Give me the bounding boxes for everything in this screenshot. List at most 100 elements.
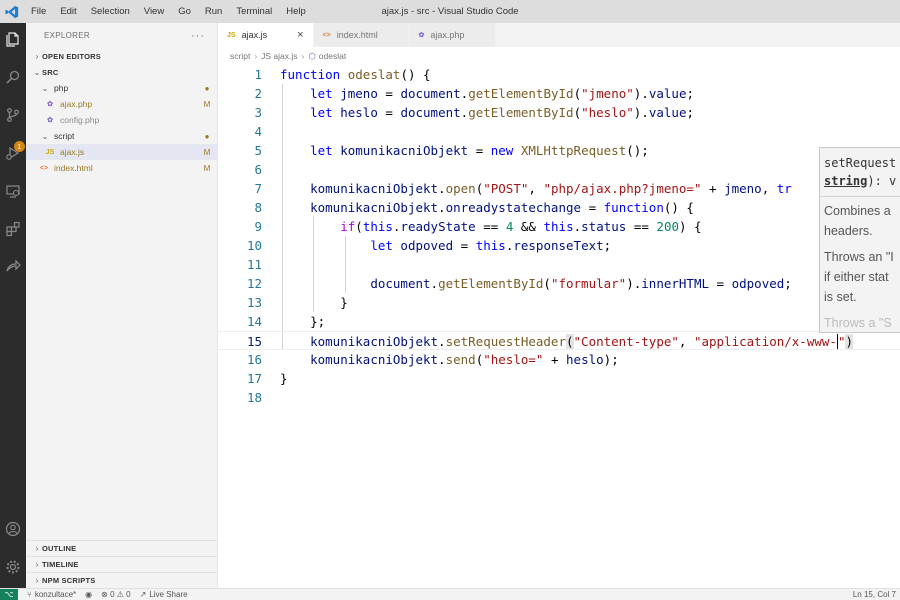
code-text: komunikacniObjekt.open("POST", "php/ajax… — [310, 181, 792, 196]
remote-indicator-icon[interactable]: ⌥ — [0, 588, 18, 600]
line-number: 18 — [246, 390, 262, 405]
live-share-icon: ↗ — [139, 590, 147, 599]
vscode-window: File Edit Selection View Go Run Terminal… — [0, 0, 900, 600]
open-editors-label: OPEN EDITORS — [42, 51, 101, 61]
tree-item-label: ajax.js — [60, 147, 85, 157]
signature-name: setRequest — [824, 156, 897, 170]
tab-ajax-js[interactable]: JS ajax.js × — [218, 23, 314, 47]
branch-label: konzultace* — [34, 590, 77, 599]
problems-indicator[interactable]: ⊗ 0 ⚠ 0 — [101, 590, 130, 599]
live-share-icon[interactable] — [3, 257, 23, 277]
account-icon[interactable] — [3, 519, 23, 539]
line-number: 2 — [254, 86, 262, 101]
remote-explorer-icon[interactable] — [3, 181, 23, 201]
code-text: let heslo = document.getElementById("hes… — [310, 105, 695, 120]
menu-edit[interactable]: Edit — [53, 0, 83, 23]
menu-go[interactable]: Go — [171, 0, 198, 23]
files-icon[interactable] — [3, 29, 23, 49]
tree-item-index-html[interactable]: <> index.html M — [26, 160, 217, 176]
tree-item-label: script — [54, 131, 75, 141]
js-file-icon: JS — [227, 31, 236, 39]
run-debug-icon[interactable] — [3, 143, 23, 163]
code-line: 4 — [218, 122, 900, 141]
status-bar: ⌥ ⑂ konzultace* ◉ ⊗ 0 ⚠ 0 ↗ Live Share L… — [0, 588, 900, 600]
menu-file[interactable]: File — [24, 0, 53, 23]
tab-ajax-php[interactable]: ✿ ajax.php — [409, 23, 496, 47]
branch-indicator[interactable]: ⑂ konzultace* — [27, 590, 76, 599]
code-line-current: 15 komunikacniObjekt.setRequestHeader("C… — [218, 331, 900, 350]
sync-icon[interactable]: ◉ — [85, 590, 92, 599]
code-text: document.getElementById("formular").inne… — [370, 276, 792, 291]
modified-badge: M — [203, 147, 211, 157]
chevron-right-icon: › — [35, 51, 39, 61]
breadcrumb-item[interactable]: script — [230, 51, 250, 61]
code-line: 2 let jmeno = document.getElementById("j… — [218, 84, 900, 103]
code-line: 16 komunikacniObjekt.send("heslo=" + hes… — [218, 350, 900, 369]
explorer-sidebar: EXPLORER ··· › OPEN EDITORS ⌄ SRC ⌄ php … — [26, 23, 218, 588]
code-line: 8 komunikacniObjekt.onreadystatechange =… — [218, 198, 900, 217]
modified-dot: ● — [204, 83, 210, 93]
line-number: 13 — [246, 295, 262, 310]
live-share-status[interactable]: ↗ Live Share — [140, 590, 188, 599]
line-number: 1 — [254, 67, 262, 82]
chevron-right-icon: › — [35, 576, 39, 585]
html-file-icon: <> — [322, 31, 331, 39]
code-text: let odpoved = this.responseText; — [370, 238, 612, 253]
code-line: 3 let heslo = document.getElementById("h… — [218, 103, 900, 122]
close-icon[interactable]: × — [297, 29, 303, 41]
npm-scripts-label: NPM SCRIPTS — [42, 576, 96, 585]
settings-gear-icon[interactable] — [3, 557, 23, 577]
search-icon[interactable] — [3, 67, 23, 87]
npm-scripts-section[interactable]: › NPM SCRIPTS — [26, 572, 217, 588]
tab-index-html[interactable]: <> index.html — [313, 23, 410, 47]
chevron-right-icon: › — [301, 51, 305, 61]
tab-label: ajax.php — [430, 30, 465, 40]
git-branch-icon: ⑂ — [27, 590, 32, 599]
breadcrumb-item[interactable]: JS ajax.js — [261, 51, 297, 61]
menu-bar: File Edit Selection View Go Run Terminal… — [24, 0, 313, 23]
vscode-logo-icon — [0, 0, 24, 23]
signature-rest: ): v — [867, 174, 897, 188]
menu-run[interactable]: Run — [198, 0, 229, 23]
menu-selection[interactable]: Selection — [84, 0, 137, 23]
code-line: 11 — [218, 255, 900, 274]
tree-item-script-folder[interactable]: ⌄ script ● — [26, 128, 217, 144]
menu-view[interactable]: View — [137, 0, 171, 23]
modified-badge: M — [203, 99, 211, 109]
method-symbol-icon: ⬡ — [308, 50, 316, 61]
menu-terminal[interactable]: Terminal — [229, 0, 279, 23]
doc-line: headers. — [824, 224, 873, 238]
tree-item-php-folder[interactable]: ⌄ php ● — [26, 80, 217, 96]
extensions-icon[interactable] — [3, 219, 23, 239]
tree-item-config-php[interactable]: ✿ config.php — [26, 112, 217, 128]
timeline-section[interactable]: › TIMELINE — [26, 556, 217, 572]
code-editor[interactable]: 1 function odeslat() { 2 let jmeno = doc… — [218, 65, 900, 588]
code-text: komunikacniObjekt.send("heslo=" + heslo)… — [310, 352, 619, 367]
modified-badge: M — [203, 163, 211, 173]
chevron-down-icon: ⌄ — [33, 67, 41, 77]
cursor-position[interactable]: Ln 15, Col 7 — [853, 589, 896, 600]
parameter-hints-popup[interactable]: setRequest string): v Combines a headers. … — [819, 147, 900, 333]
modified-dot: ● — [204, 131, 210, 141]
signature-text: setRequest string): v — [820, 148, 900, 190]
activity-bar: 1 — [0, 23, 26, 588]
more-actions-icon[interactable]: ··· — [191, 30, 205, 42]
line-number: 9 — [254, 219, 262, 234]
tab-label: index.html — [336, 30, 378, 40]
menu-help[interactable]: Help — [279, 0, 313, 23]
line-number: 12 — [246, 276, 262, 291]
line-number: 8 — [254, 200, 262, 215]
source-control-icon[interactable] — [3, 105, 23, 125]
tab-label: ajax.js — [241, 30, 268, 40]
tree-item-ajax-php[interactable]: ✿ ajax.php M — [26, 96, 217, 112]
code-text: komunikacniObjekt.onreadystatechange = f… — [310, 200, 694, 215]
breadcrumb-item[interactable]: odeslat — [319, 51, 346, 61]
code-text: let jmeno = document.getElementById("jme… — [310, 86, 695, 101]
open-editors-section[interactable]: › OPEN EDITORS — [26, 48, 217, 64]
line-number: 16 — [246, 352, 262, 367]
tree-item-label: index.html — [54, 163, 93, 173]
outline-section[interactable]: › OUTLINE — [26, 540, 217, 556]
tree-item-label: ajax.php — [60, 99, 93, 109]
tree-item-ajax-js[interactable]: JS ajax.js M — [26, 144, 217, 160]
src-folder-section[interactable]: ⌄ SRC — [26, 64, 217, 80]
